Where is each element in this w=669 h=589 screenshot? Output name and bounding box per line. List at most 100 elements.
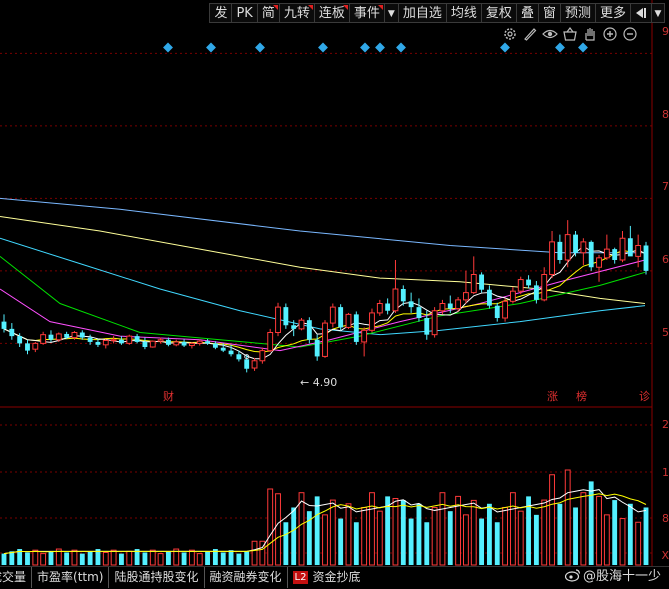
candle-body-up: [392, 288, 399, 312]
volume-bar-down: [533, 514, 539, 565]
limit-up-streak-button[interactable]: 连板: [313, 3, 349, 23]
candle-body-down: [1, 321, 7, 329]
zoom-out-icon[interactable]: [622, 26, 638, 42]
ma250-line: [0, 197, 645, 254]
draw-pen-icon[interactable]: [522, 26, 538, 42]
window-button[interactable]: 窗: [537, 3, 560, 23]
candle-body-down: [588, 241, 594, 268]
l2-badge: L2: [292, 571, 309, 584]
candle-body-up: [603, 248, 610, 259]
event-diamond-marker: [375, 42, 385, 53]
volume-axis-label: X: [661, 549, 669, 562]
candle-body-up: [345, 313, 352, 328]
event-diamond-marker: [255, 42, 265, 53]
candle-body-down: [48, 334, 54, 340]
top-toolbar: 发 PK 简 九转 连板 事件 ▼ 加自选 均线 复权 叠 窗 预测 更多 ▼: [209, 3, 665, 23]
candle-body-up: [275, 306, 281, 333]
chart-tool-icons: [502, 26, 638, 42]
candle-body-up: [157, 339, 164, 342]
pk-button[interactable]: PK: [231, 3, 257, 23]
volume-bar-up: [32, 549, 39, 566]
candle-body-up: [369, 312, 375, 331]
diagnosis-marker[interactable]: 诊: [639, 388, 650, 404]
watermark-text: @股海十一少: [582, 569, 661, 584]
volume-bar-up: [267, 488, 274, 566]
volume-bar-up: [596, 495, 602, 566]
volume-bar-down: [424, 522, 430, 565]
volume-bar-down: [408, 518, 414, 565]
candle-body-down: [494, 305, 500, 318]
volume-bar-down: [643, 507, 649, 565]
volume-bar-down: [119, 553, 124, 565]
overlay-button[interactable]: 叠: [515, 3, 538, 23]
forecast-button[interactable]: 预测: [559, 3, 595, 23]
limit-up-marker[interactable]: 涨: [547, 388, 558, 404]
candle-body-down: [314, 339, 320, 357]
candle-body-up: [102, 339, 109, 346]
candle-body-down: [533, 285, 539, 300]
volume-bar-down: [87, 551, 93, 565]
tab-label: 陆股通持股变化: [114, 570, 199, 584]
lowest-price-value: 4.90: [312, 376, 338, 389]
lowest-price-label: ← 4.90: [300, 376, 338, 389]
basket-icon[interactable]: [562, 26, 578, 42]
moving-average-button[interactable]: 均线: [445, 3, 481, 23]
candle-body-up: [196, 340, 203, 344]
candle-body-down: [283, 307, 289, 326]
tab-volume[interactable]: 成交量: [0, 567, 33, 588]
chevron-down-icon[interactable]: ▼: [383, 3, 398, 23]
candle-body-down: [134, 336, 140, 342]
volume-bar-up: [345, 503, 352, 566]
candle-body-up: [509, 290, 516, 302]
candle-body-down: [306, 320, 312, 340]
chevron-down-icon[interactable]: ▼: [651, 3, 665, 23]
tab-fund-bottom-fishing[interactable]: L2 资金抄底: [288, 567, 366, 588]
add-watchlist-button[interactable]: 加自选: [397, 3, 446, 23]
ma60-line: [0, 237, 646, 336]
volume-bar-down: [244, 551, 250, 565]
volume-bar-up: [635, 521, 642, 566]
settings-icon[interactable]: [502, 26, 518, 42]
volume-bar-down: [220, 552, 226, 565]
price-axis-label: 9: [662, 25, 669, 38]
tab-northbound-holding[interactable]: 陆股通持股变化: [109, 567, 205, 588]
volume-bar-down: [181, 552, 187, 565]
more-button[interactable]: 更多: [594, 3, 630, 23]
finance-report-marker[interactable]: 财: [163, 388, 174, 404]
volume-bar-up: [361, 506, 368, 566]
kline-chart[interactable]: [0, 0, 669, 566]
volume-bar-up: [509, 492, 516, 566]
candle-body-down: [353, 314, 359, 342]
candle-body-down: [64, 333, 70, 338]
simple-button[interactable]: 简: [256, 3, 279, 23]
volume-bar-up: [322, 514, 328, 566]
hand-icon[interactable]: [582, 26, 598, 42]
volume-bar-up: [157, 553, 164, 566]
candle-body-down: [25, 343, 30, 351]
candle-body-up: [40, 334, 47, 344]
candle-body-up: [635, 245, 642, 257]
send-button[interactable]: 发: [209, 3, 232, 23]
candle-body-up: [32, 342, 39, 350]
volume-bar-up: [71, 549, 78, 566]
volume-bar-down: [400, 500, 406, 565]
adjust-price-button[interactable]: 复权: [480, 3, 516, 23]
tab-label: 融资融券变化: [209, 570, 282, 584]
collapse-arrow-icon[interactable]: [630, 3, 651, 23]
volume-bar-up: [439, 492, 446, 566]
candle-body-down: [119, 339, 124, 344]
zoom-in-icon[interactable]: [602, 26, 618, 42]
event-button[interactable]: 事件: [348, 3, 384, 23]
volume-bar-down: [353, 522, 359, 565]
eye-icon[interactable]: [542, 26, 558, 42]
volume-axis-label: 2: [662, 418, 669, 431]
tab-pe-ttm[interactable]: 市盈率(ttm): [32, 567, 110, 588]
tab-margin-trading[interactable]: 融资融券变化: [205, 567, 288, 588]
volume-bar-up: [549, 474, 555, 566]
volume-bar-up: [110, 549, 117, 566]
nine-turn-button[interactable]: 九转: [278, 3, 314, 23]
event-diamond-marker: [396, 42, 406, 53]
volume-bar-down: [9, 551, 15, 565]
candle-body-down: [181, 341, 187, 346]
dragon-tiger-list-marker[interactable]: 榜: [576, 388, 587, 404]
